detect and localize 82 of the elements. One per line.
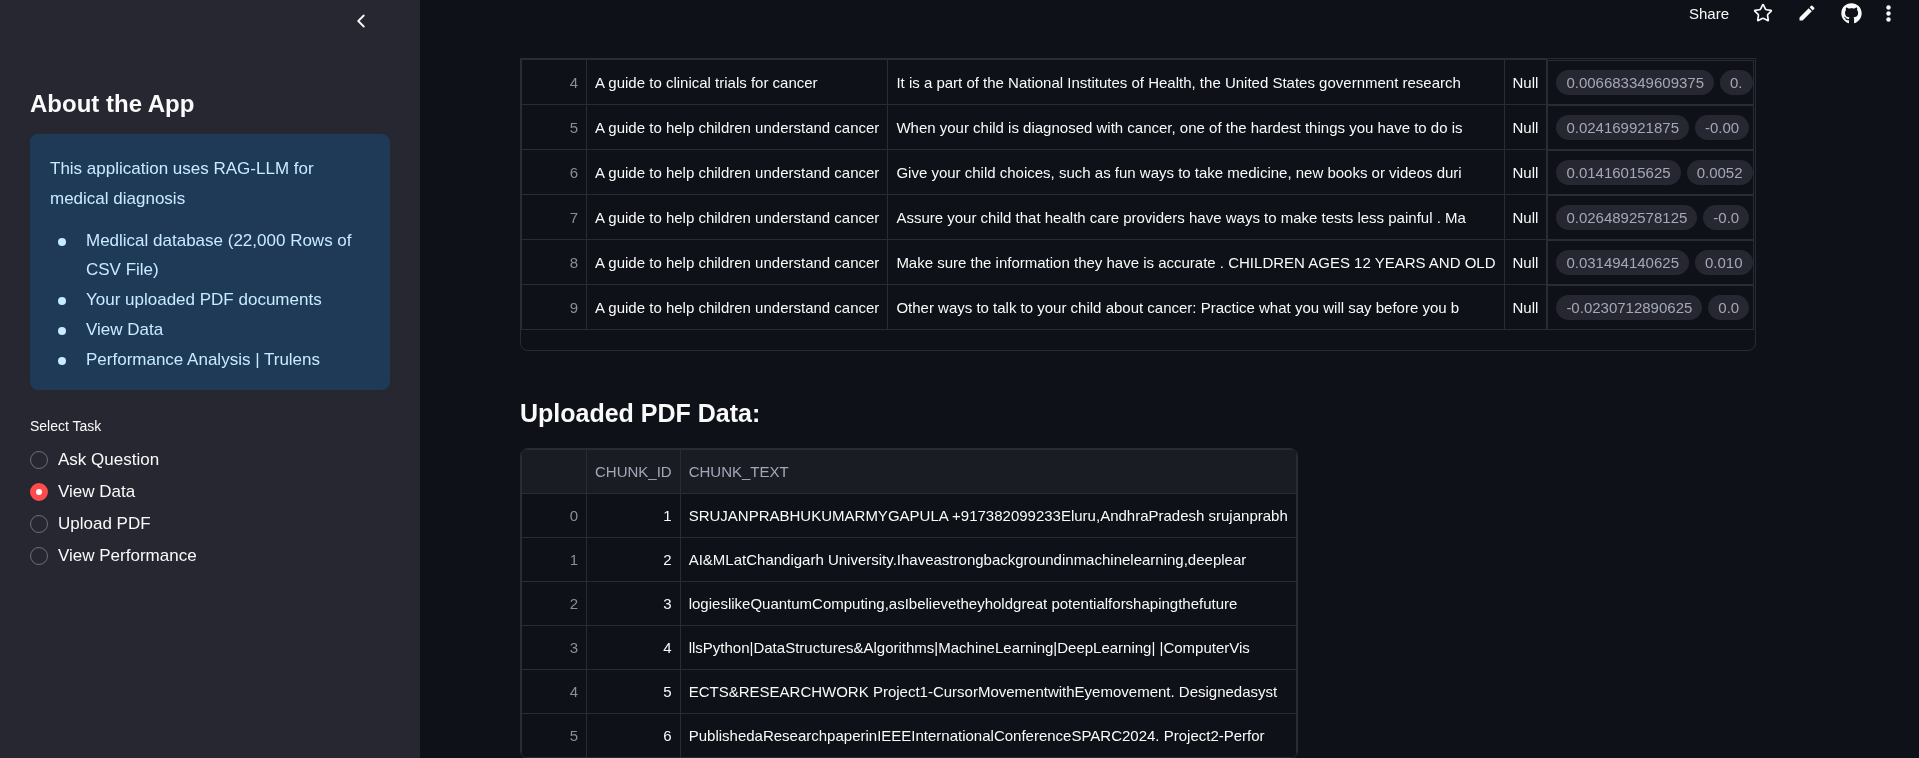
table-cell: Assure your child that health care providers have ways to make tests less painful . Ma — [887, 194, 1505, 240]
pencil-icon — [1797, 3, 1817, 23]
github-button[interactable] — [1841, 2, 1862, 24]
table-cell: 5 — [586, 669, 681, 714]
bullet-icon — [58, 326, 66, 335]
table-cell: When your child is diagnosed with cancer, one of the hardest things you have to do is — [887, 104, 1505, 150]
table-cell: A guide to help children understand cancer — [586, 149, 888, 195]
row-index: 5 — [521, 713, 587, 758]
table-cell: Other ways to talk to your child about cancer: Practice what you will say before you b — [887, 284, 1505, 330]
radio-group-label: Select Task — [30, 418, 103, 435]
section-heading: Uploaded PDF Data: — [520, 399, 762, 428]
column-header[interactable]: CHUNK_ID — [586, 449, 681, 494]
bullet-icon — [58, 297, 66, 305]
row-index: 4 — [521, 669, 587, 714]
value-chip: 0.0264892578125 — [1556, 204, 1698, 230]
row-index: 6 — [521, 149, 587, 195]
table-cell: Null — [1504, 59, 1547, 105]
radio-label[interactable]: View Performance — [58, 546, 197, 567]
table-cell: PublishedaResearchpaperinIEEEInternationalConferenceSPARC2024. Project2-Perfor — [680, 713, 1297, 758]
info-list-item: Your uploaded PDF documents — [86, 289, 322, 311]
more-menu-button[interactable] — [1886, 4, 1891, 22]
table-cell: A guide to help children understand cancer — [586, 239, 888, 285]
value-chip: 0.006683349609375 — [1556, 69, 1715, 95]
row-index: 7 — [521, 194, 587, 240]
info-list-item: Medlical database (22,000 Rows of CSV File) — [86, 229, 353, 282]
value-chip: -0.0 — [1703, 204, 1750, 230]
row-index: 5 — [521, 104, 587, 150]
info-list-item: Performance Analysis | Trulens — [86, 348, 320, 371]
table-cell: 3 — [586, 581, 681, 626]
star-button[interactable] — [1753, 3, 1773, 23]
row-index: 2 — [521, 581, 587, 626]
value-chip: 0.024169921875 — [1556, 114, 1689, 140]
row-index: 3 — [521, 625, 587, 670]
value-chip: 0.0052 — [1686, 159, 1753, 185]
table-cell: logieslikeQuantumComputing,asIbelievetheyholdgreat potentialforshapingthefuture — [680, 581, 1297, 626]
value-chip: 0.0 — [1708, 294, 1750, 320]
table-cell: A guide to clinical trials for cancer — [586, 59, 888, 105]
table-cell: 4 — [586, 625, 681, 670]
value-chip: -0.00 — [1695, 114, 1750, 140]
row-index: 1 — [521, 537, 587, 582]
share-button[interactable]: Share — [1688, 4, 1729, 22]
info-text: This application uses RAG-LLM for medical diagnosis — [50, 158, 315, 210]
column-header[interactable]: CHUNK_TEXT — [680, 449, 1297, 494]
info-list-item: View Data — [86, 318, 164, 341]
table-cell: Give your child choices, such as fun ways to take medicine, new books or videos duri — [887, 149, 1505, 195]
radio-label[interactable]: Ask Question — [58, 450, 160, 471]
value-chip: 0.01416015625 — [1556, 159, 1681, 185]
table-cell: ECTS&RESEARCHWORK Project1-CursorMovementwithEyemovement. Designedasyst — [680, 669, 1297, 714]
more-icon — [1886, 4, 1891, 22]
value-chip: 0. — [1720, 69, 1753, 95]
value-chip: 0.031494140625 — [1556, 249, 1689, 275]
table-cell: Null — [1504, 194, 1547, 240]
table-cell: A guide to help children understand cancer — [586, 284, 888, 330]
table-cell: Null — [1504, 149, 1547, 195]
radio-button[interactable] — [30, 483, 48, 502]
table-cell: 6 — [586, 713, 681, 758]
sidebar-title: About the App — [30, 90, 196, 118]
table-cell: 1 — [586, 493, 681, 538]
table-cell: A guide to help children understand cancer — [586, 194, 888, 240]
star-icon — [1753, 3, 1773, 23]
radio-label[interactable]: Upload PDF — [58, 514, 151, 535]
row-index: 4 — [521, 59, 587, 105]
radio-label[interactable]: View Data — [58, 482, 136, 503]
row-index: 9 — [521, 284, 587, 330]
table-cell: llsPython|DataStructures&Algorithms|MachineLearning|DeepLearning| |ComputerVis — [680, 625, 1297, 670]
bullet-icon — [58, 356, 66, 365]
row-index: 8 — [521, 239, 587, 285]
table-cell: SRUJANPRABHUKUMARMYGAPULA +917382099233Eluru,AndhraPradesh srujanprabh — [680, 493, 1297, 538]
edit-button[interactable] — [1797, 3, 1817, 23]
table-cell: 2 — [586, 537, 681, 582]
table-cell: A guide to help children understand cancer — [586, 104, 888, 150]
github-icon — [1841, 2, 1862, 24]
bullet-icon — [58, 237, 66, 246]
table-cell: AI&MLatChandigarh University.Ihaveastrongbackgroundinmachinelearning,deeplear — [680, 537, 1297, 582]
table-cell: Null — [1504, 104, 1547, 150]
value-chip: 0.010 — [1695, 249, 1753, 275]
table-cell: Null — [1504, 284, 1547, 330]
table-cell: It is a part of the National Institutes of Health, the United States government research — [887, 59, 1505, 105]
row-index: 0 — [521, 493, 587, 538]
table-cell: Make sure the information they have is accurate . CHILDREN AGES 12 YEARS AND OLD — [887, 239, 1505, 285]
value-chip: -0.0230712890625 — [1556, 294, 1703, 320]
table-cell: Null — [1504, 239, 1547, 285]
